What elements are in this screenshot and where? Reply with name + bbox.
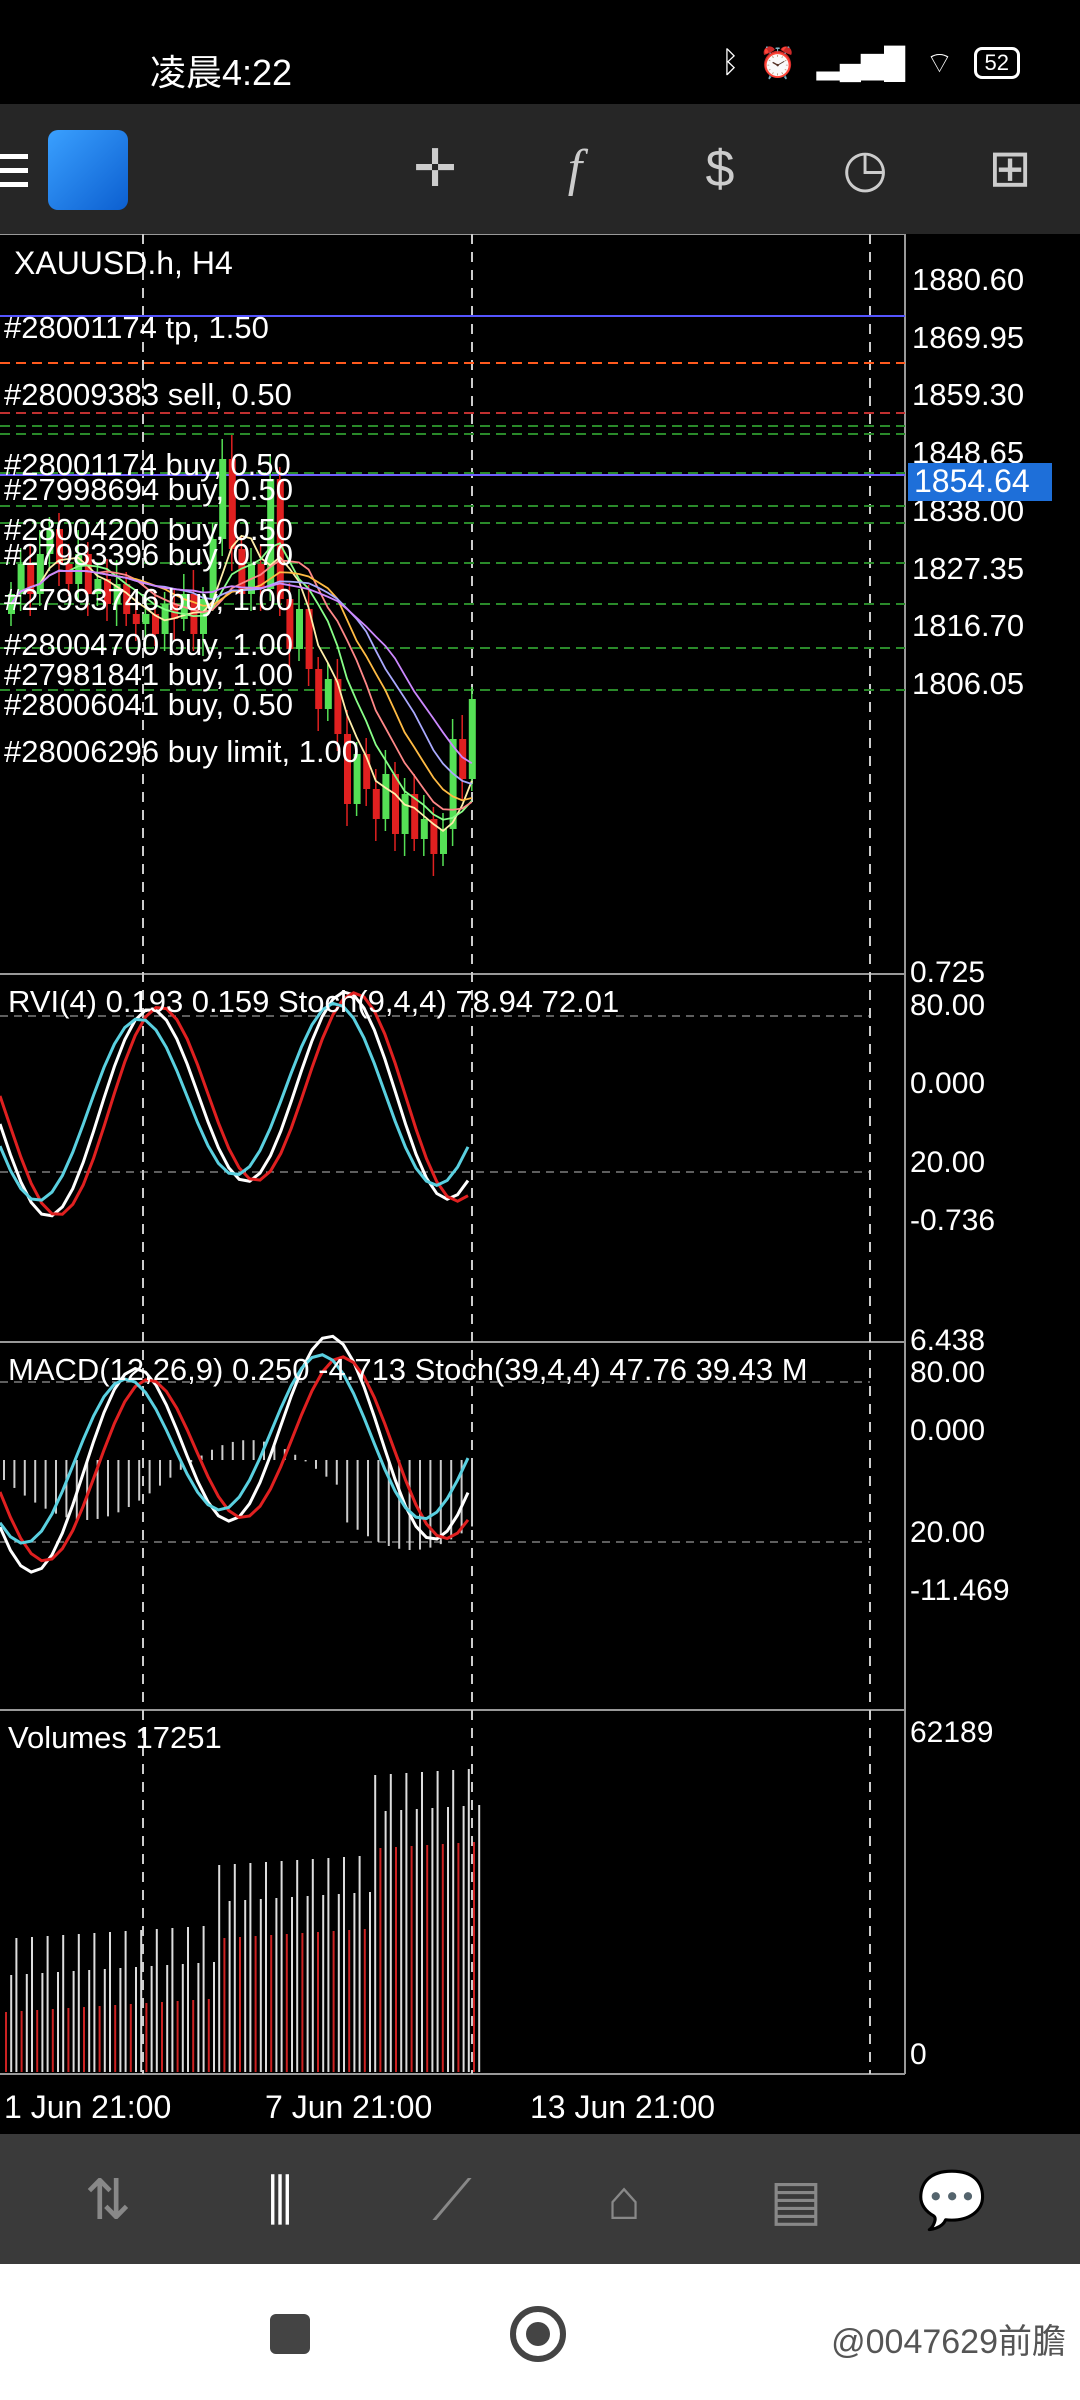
order-label-5: #27983396 buy, 0.70 (4, 537, 293, 572)
time-label-1: 1 Jun 21:00 (4, 2089, 171, 2125)
chat-icon[interactable]: 💬 (912, 2160, 992, 2240)
new-order-icon[interactable]: ⊞ (975, 134, 1045, 204)
price-tick: 1806.05 (912, 666, 1024, 701)
price-tick: 1827.35 (912, 551, 1024, 586)
rvi-tick: -0.736 (910, 1204, 995, 1237)
candle-body (372, 789, 380, 819)
candle-body (392, 774, 399, 834)
candle-body (420, 819, 428, 839)
rvi-tick: 0.000 (910, 1067, 985, 1100)
current-price-label: 1854.64 (914, 463, 1030, 499)
chart-title: XAUUSD.h, H4 (14, 245, 233, 281)
function-icon[interactable]: f (540, 134, 610, 204)
home-button[interactable] (510, 2306, 566, 2362)
chart-area[interactable]: 1880.60 1869.95 1859.30 1848.65 1838.00 1827.… (0, 233, 1080, 2134)
alarm-icon: ⏰ (759, 46, 797, 80)
status-time: 凌晨4:22 (150, 52, 293, 93)
order-label-9: #28006041 buy, 0.50 (4, 687, 293, 722)
quotes-icon[interactable]: ⇅ (68, 2160, 148, 2240)
candle-body (334, 679, 342, 734)
macd-tick: 20.00 (910, 1516, 985, 1549)
candle-body (440, 829, 447, 854)
recents-button[interactable] (270, 2314, 310, 2354)
bluetooth-icon: ᛒ (721, 46, 740, 79)
news-icon[interactable]: ▤ (756, 2160, 836, 2240)
candle-body (382, 774, 390, 819)
candle-body (315, 669, 323, 709)
macd-label: MACD(12,26,9) 0.250 -4.713 Stoch(39,4,4)… (8, 1352, 808, 1387)
chart-icon[interactable]: ⫼ (240, 2160, 320, 2240)
menu-icon[interactable] (0, 152, 30, 192)
time-label-3: 13 Jun 21:00 (530, 2089, 715, 2125)
history-icon[interactable]: ⌂ (584, 2160, 664, 2240)
clock-icon[interactable]: ◷ (830, 134, 900, 204)
volume-tick-min: 0 (910, 2038, 927, 2071)
price-tick: 1816.70 (912, 608, 1024, 643)
candle-body (324, 679, 332, 709)
order-label-1: #28009383 sell, 0.50 (4, 377, 292, 412)
price-tick: 1859.30 (912, 377, 1024, 412)
status-icons: ᛒ ⏰ ▂▄▆█ ⌔ 52 (721, 44, 1020, 82)
candle-body (401, 794, 409, 834)
rvi-tick: 0.725 (910, 956, 985, 989)
volume-label: Volumes 17251 (8, 1720, 222, 1755)
bottom-nav: ⇅ ⫼ ⟋ ⌂ ▤ 💬 (0, 2134, 1080, 2264)
stoch-line (0, 990, 470, 1218)
macd-tick: -11.469 (910, 1574, 1010, 1607)
chart-svg[interactable]: 1880.601869.951859.301848.651838.001827.… (0, 233, 1080, 2134)
volume-tick-max: 62189 (910, 1716, 993, 1749)
order-label-10: #28006296 buy limit, 1.00 (4, 734, 359, 769)
rvi-tick: 20.00 (910, 1146, 985, 1179)
macd-tick: 6.438 (910, 1324, 985, 1357)
trade-icon[interactable]: $ (685, 134, 755, 204)
status-bar: 凌晨4:22 ᛒ ⏰ ▂▄▆█ ⌔ 52 (0, 0, 1080, 104)
macd-tick: 0.000 (910, 1414, 985, 1447)
candle-body (296, 609, 303, 649)
system-nav-bar: @0047629前膽 (0, 2264, 1080, 2400)
watermark: @0047629前膽 (831, 2323, 1066, 2361)
order-label-6: #27993746 buy, 1.00 (4, 582, 293, 617)
crosshair-icon[interactable]: ✛ (400, 134, 470, 204)
price-tick: 1869.95 (912, 320, 1024, 355)
rvi-tick: 80.00 (910, 989, 985, 1022)
price-tick: 1880.60 (912, 262, 1024, 297)
order-label-3: #27998694 buy, 0.50 (4, 472, 293, 507)
toolbar: ✛ f $ ◷ ⊞ (0, 104, 1080, 234)
wifi-icon: ⌔ (925, 47, 954, 80)
macd-signal-line (0, 1355, 470, 1563)
battery-icon: 52 (973, 47, 1020, 79)
order-label-0: #28001174 tp, 1.50 (4, 310, 269, 345)
rvi-label: RVI(4) 0.193 0.159 Stoch(9,4,4) 78.94 72… (8, 984, 619, 1019)
macd-tick: 80.00 (910, 1356, 985, 1389)
candle-body (468, 699, 476, 779)
trade-tab-icon[interactable]: ⟋ (412, 2160, 492, 2240)
signal-icon: ▂▄▆█ (816, 46, 906, 80)
app-logo[interactable] (48, 130, 128, 210)
time-label-2: 7 Jun 21:00 (265, 2089, 432, 2125)
